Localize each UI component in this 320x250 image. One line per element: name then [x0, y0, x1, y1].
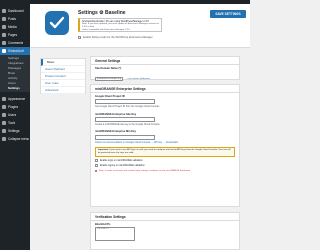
notice-line: Latest compatible with Extensions Manage… — [82, 29, 130, 31]
sidebar-item-appearance[interactable]: Appearance — [0, 95, 30, 103]
site-domain-label: Site Domain Name (*) — [95, 67, 122, 70]
signup-validation-checkbox[interactable] — [95, 163, 98, 167]
comment-icon — [2, 41, 6, 45]
panel-title: Verification Settings — [91, 213, 239, 221]
general-settings-panel: General Settings Site Domain Name (*) yo… — [90, 56, 240, 91]
warning-notice: Important: If you want to use API keys a… — [95, 146, 235, 157]
signup-validation-label: Enable signup on miniORANGE validation — [100, 163, 145, 167]
sidebar-item-pages[interactable]: Pages — [0, 31, 30, 39]
panel-title: General Settings — [91, 57, 239, 65]
documentation-link[interactable]: Check our documentation on Google Cloud … — [95, 141, 235, 144]
sidebar-item-dashboard[interactable]: Dashboard — [0, 7, 30, 15]
sidebar-submenu: Settings Integrations Passages Brute Act… — [0, 55, 30, 92]
enterprise-settings-panel: miniORANGE Enterprise Settings Google Cl… — [90, 84, 240, 207]
nav-item-basic[interactable]: Basic — [41, 59, 85, 66]
sidebar-item-plugin[interactable]: Simba/Auth — [0, 47, 30, 55]
sidebar-item-media[interactable]: Media — [0, 23, 30, 31]
user-icon — [2, 113, 6, 117]
submenu-item-current[interactable]: Settings — [0, 86, 30, 91]
save-settings-button[interactable]: SAVE SETTINGS — [210, 10, 246, 18]
nav-item-users-redirect[interactable]: Users Redirect — [41, 66, 85, 73]
sidebar-item-collapse[interactable]: Collapse menu — [0, 135, 30, 143]
debug-checkbox-label: Enable Debug mode for the WordPress Exte… — [83, 36, 153, 39]
nav-item-user-roles[interactable]: User roles — [41, 80, 85, 87]
debug-checkbox[interactable] — [78, 36, 81, 39]
page-title: Settings ⚙ Baseline — [78, 10, 126, 16]
nav-item-protect-content[interactable]: Protect Content — [41, 73, 85, 80]
settings-nav: Basic Users Redirect Protect Content Use… — [40, 58, 86, 94]
blocklist-label: Blocklist IPs — [95, 223, 111, 226]
brush-icon — [2, 97, 6, 101]
verification-settings-panel: Verification Settings Blocklist IPs 192.… — [90, 212, 240, 250]
google-project-label: Google Client Project ID — [95, 95, 125, 98]
nav-item-advanced[interactable]: Advanced — [41, 87, 85, 94]
min-key-input[interactable] — [95, 134, 155, 140]
sidebar-item-comments[interactable]: Comments — [0, 39, 30, 47]
login-validation-label: Enable login on miniORANGE validation — [100, 158, 143, 162]
site-key-label: miniORANGE Enterprise Site Key — [95, 112, 137, 116]
min-key-label: miniORANGE Enterprise Min Key — [95, 130, 136, 134]
plugin-icon — [2, 49, 6, 53]
plugin-logo-icon — [45, 11, 69, 35]
sidebar-item-settings[interactable]: Settings — [0, 127, 30, 135]
google-project-input[interactable] — [95, 99, 155, 105]
google-project-desc: Get Google Client Project ID from the Go… — [95, 105, 160, 109]
plug-icon — [2, 105, 6, 109]
alert-row: Note: in order to activate and confirm l… — [91, 168, 239, 174]
main-content: Settings ⚙ Baseline SAVE SETTINGS Simba/… — [30, 4, 250, 250]
warning-strong: Important: — [98, 148, 109, 151]
site-domain-input[interactable]: yourdomain.example.org — [95, 77, 124, 82]
panel-title: miniORANGE Enterprise Settings — [91, 85, 239, 93]
settings-icon — [2, 129, 6, 133]
blocklist-textarea[interactable]: 192.168.1.1 — [95, 227, 135, 242]
admin-sidebar: Dashboard Posts Media Pages Comments Sim… — [0, 4, 30, 250]
debug-checkbox-row: Enable Debug mode for the WordPress Exte… — [78, 36, 153, 39]
media-icon — [2, 25, 6, 29]
warning-text: If you want to use API keys as well, you… — [98, 148, 231, 154]
site-domain-hint: can contain subdomain — [127, 78, 151, 81]
site-key-input[interactable] — [95, 117, 155, 123]
alert-text: Note: in order to activate and confirm l… — [99, 169, 191, 172]
sidebar-item-tools[interactable]: Tools — [0, 119, 30, 127]
collapse-icon — [2, 137, 6, 141]
sidebar-item-users[interactable]: Users — [0, 111, 30, 119]
sidebar-item-plugins[interactable]: Plugins — [0, 103, 30, 111]
pin-icon — [2, 17, 6, 21]
site-key-desc: Create a miniORANGE site key in the Goog… — [95, 123, 160, 127]
login-validation-checkbox[interactable] — [95, 158, 98, 162]
wrench-icon — [2, 121, 6, 125]
sidebar-item-posts[interactable]: Posts — [0, 15, 30, 23]
plugin-header: Settings ⚙ Baseline SAVE SETTINGS Simba/… — [30, 4, 250, 48]
dashboard-icon — [2, 9, 6, 13]
version-notice: Simba/Authentication: Pro are using Word… — [78, 18, 162, 32]
alert-dot-icon — [95, 169, 97, 172]
page-icon — [2, 33, 6, 37]
